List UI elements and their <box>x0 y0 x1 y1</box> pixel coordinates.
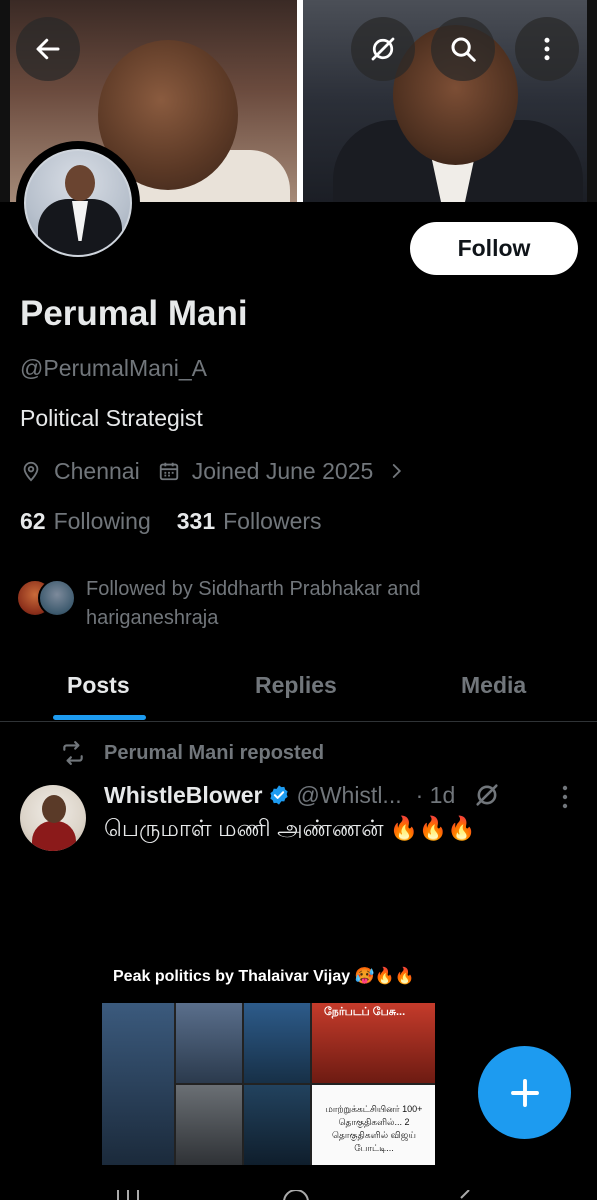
location-icon <box>23 461 39 482</box>
follow-button[interactable]: Follow <box>410 222 578 275</box>
profile-joined[interactable]: Joined June 2025 <box>192 458 374 485</box>
post-author-handle[interactable]: @Whistl... <box>296 782 401 809</box>
more-options-button[interactable] <box>515 17 579 81</box>
embed-caption: Peak politics by Thalaivar Vijay 🥵🔥🔥 <box>113 968 415 985</box>
back-button[interactable] <box>16 17 80 81</box>
system-nav-bar <box>0 1182 597 1200</box>
verified-badge-icon <box>270 785 289 805</box>
tab-replies[interactable]: Replies <box>255 672 337 699</box>
grok-icon <box>371 37 395 61</box>
more-vertical-icon <box>544 37 550 61</box>
post-media-image[interactable]: நேர்படப் பேசு... மாற்றுக்கட்சியினர் 100+… <box>102 1003 435 1165</box>
profile-meta: Chennai Joined June 2025 <box>20 456 417 486</box>
repost-label[interactable]: Perumal Mani reposted <box>104 742 324 765</box>
calendar-icon <box>159 462 178 481</box>
followed-by[interactable]: Followed by Siddharth Prabhakar and hari… <box>16 575 496 633</box>
embed-tile-label: நேர்படப் பேசு... <box>324 1006 406 1018</box>
profile-name: Perumal Mani <box>20 294 248 333</box>
repost-icon <box>63 741 83 765</box>
post-header: WhistleBlower @Whistl... · 1d <box>104 780 501 810</box>
followers-link[interactable]: 331 Followers <box>177 508 322 535</box>
search-button[interactable] <box>431 17 495 81</box>
active-tab-indicator <box>53 715 146 720</box>
chevron-right-icon[interactable] <box>387 462 405 480</box>
tab-posts[interactable]: Posts <box>67 672 130 699</box>
profile-location: Chennai <box>54 457 140 484</box>
followed-by-avatars <box>16 579 80 619</box>
following-count: 62 <box>20 508 46 534</box>
post-author-name[interactable]: WhistleBlower <box>104 782 262 809</box>
following-link[interactable]: 62 Following <box>20 508 151 535</box>
followers-count: 331 <box>176 508 216 534</box>
back-nav-icon[interactable] <box>455 1190 475 1200</box>
repost-indicator: Perumal Mani reposted <box>60 740 324 766</box>
post-author-avatar[interactable] <box>20 785 86 851</box>
arrow-left-icon <box>36 38 60 60</box>
profile-stats: 62 Following 331 Followers <box>20 508 348 535</box>
tab-media[interactable]: Media <box>461 672 526 699</box>
followers-label: Followers <box>223 508 322 534</box>
post-text: பெருமாள் மணி அண்ணன் 🔥🔥🔥 <box>104 815 476 841</box>
home-nav-icon[interactable] <box>283 1190 309 1200</box>
followed-by-text: Followed by Siddharth Prabhakar and hari… <box>86 578 421 629</box>
profile-handle: @PerumalMani_A <box>20 355 207 381</box>
compose-button[interactable] <box>478 1046 571 1139</box>
post-timestamp[interactable]: · 1d <box>416 782 456 809</box>
embed-tile-text: மாற்றுக்கட்சியினர் 100+ தொகுதிகளில்... 2… <box>325 1104 423 1153</box>
following-label: Following <box>53 508 151 534</box>
recent-apps-icon[interactable] <box>113 1190 143 1200</box>
search-icon <box>451 37 476 62</box>
plus-icon <box>510 1078 539 1107</box>
grok-button[interactable] <box>351 17 415 81</box>
profile-avatar[interactable] <box>16 141 140 265</box>
profile-tabs: Posts Replies Media <box>0 652 597 722</box>
profile-bio: Political Strategist <box>20 405 203 431</box>
grok-icon[interactable] <box>473 781 501 809</box>
post-more-icon[interactable] <box>555 782 575 812</box>
